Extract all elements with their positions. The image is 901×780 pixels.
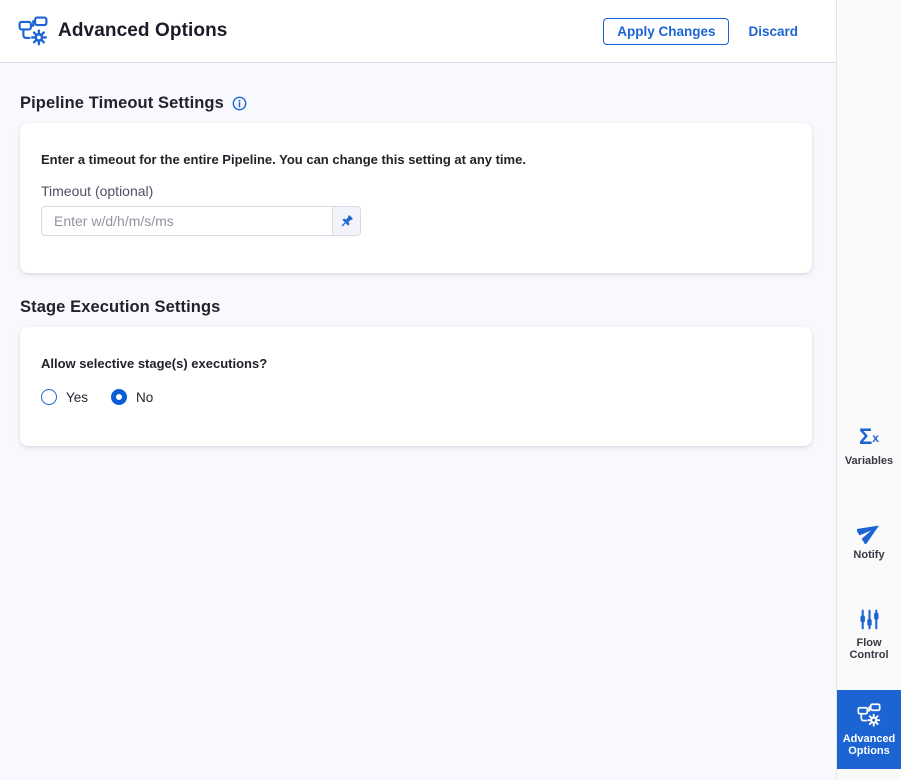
- timeout-section-heading-row: Pipeline Timeout Settings: [20, 94, 812, 113]
- app-root: Advanced Options Apply Changes Discard P…: [0, 0, 901, 780]
- selective-stage-question: Allow selective stage(s) executions?: [41, 356, 268, 371]
- sidebar-item-label: Advanced Options: [842, 733, 896, 757]
- sidebar-item-notify[interactable]: Notify: [837, 518, 901, 561]
- pin-icon: [339, 214, 354, 229]
- sidebar-item-variables[interactable]: Σx Variables: [837, 424, 901, 468]
- sidebar-item-label: Flow Control: [849, 637, 889, 661]
- page-title: Advanced Options: [58, 20, 228, 41]
- selective-stage-radio-group: Yes No: [41, 389, 791, 405]
- stage-section-heading: Stage Execution Settings: [20, 298, 221, 316]
- main-panel: Advanced Options Apply Changes Discard P…: [0, 0, 836, 780]
- sigma-x-icon: Σx: [859, 424, 879, 450]
- discard-link[interactable]: Discard: [748, 24, 798, 39]
- radio-yes[interactable]: [41, 389, 57, 405]
- panel-header: Advanced Options Apply Changes Discard: [0, 0, 836, 63]
- pin-button[interactable]: [332, 207, 360, 235]
- radio-option-no[interactable]: No: [111, 389, 153, 405]
- timeout-card: Enter a timeout for the entire Pipeline.…: [20, 123, 812, 273]
- timeout-input[interactable]: [42, 207, 332, 235]
- timeout-section-heading: Pipeline Timeout Settings: [20, 94, 224, 112]
- pipeline-gear-icon: [857, 702, 881, 728]
- radio-no[interactable]: [111, 389, 128, 405]
- timeout-description: Enter a timeout for the entire Pipeline.…: [41, 152, 526, 167]
- panel-content: Pipeline Timeout Settings Enter a timeou…: [0, 63, 836, 780]
- radio-yes-label: Yes: [66, 389, 89, 405]
- radio-option-yes[interactable]: Yes: [41, 389, 88, 405]
- timeout-field-label: Timeout (optional): [41, 183, 154, 199]
- stage-execution-card: Allow selective stage(s) executions? Yes…: [20, 327, 812, 446]
- sidebar-item-label: Variables: [844, 455, 894, 467]
- apply-changes-button[interactable]: Apply Changes: [603, 17, 730, 45]
- right-toolbar: Σx Variables Notify Flow Control Advance…: [836, 0, 901, 780]
- sidebar-item-advanced-options[interactable]: Advanced Options: [837, 690, 901, 769]
- timeout-input-group: [41, 206, 361, 236]
- sigma-sup-glyph: x: [872, 430, 879, 445]
- paper-plane-icon: [856, 518, 882, 544]
- radio-no-label: No: [136, 389, 154, 405]
- pipeline-gear-icon: [18, 16, 48, 46]
- sigma-glyph: Σ: [859, 424, 873, 449]
- info-icon[interactable]: [232, 96, 247, 111]
- sidebar-item-label: Notify: [853, 549, 885, 561]
- sidebar-item-flow-control[interactable]: Flow Control: [837, 606, 901, 661]
- sliders-icon: [858, 606, 881, 632]
- stage-section-heading-row: Stage Execution Settings: [20, 298, 812, 317]
